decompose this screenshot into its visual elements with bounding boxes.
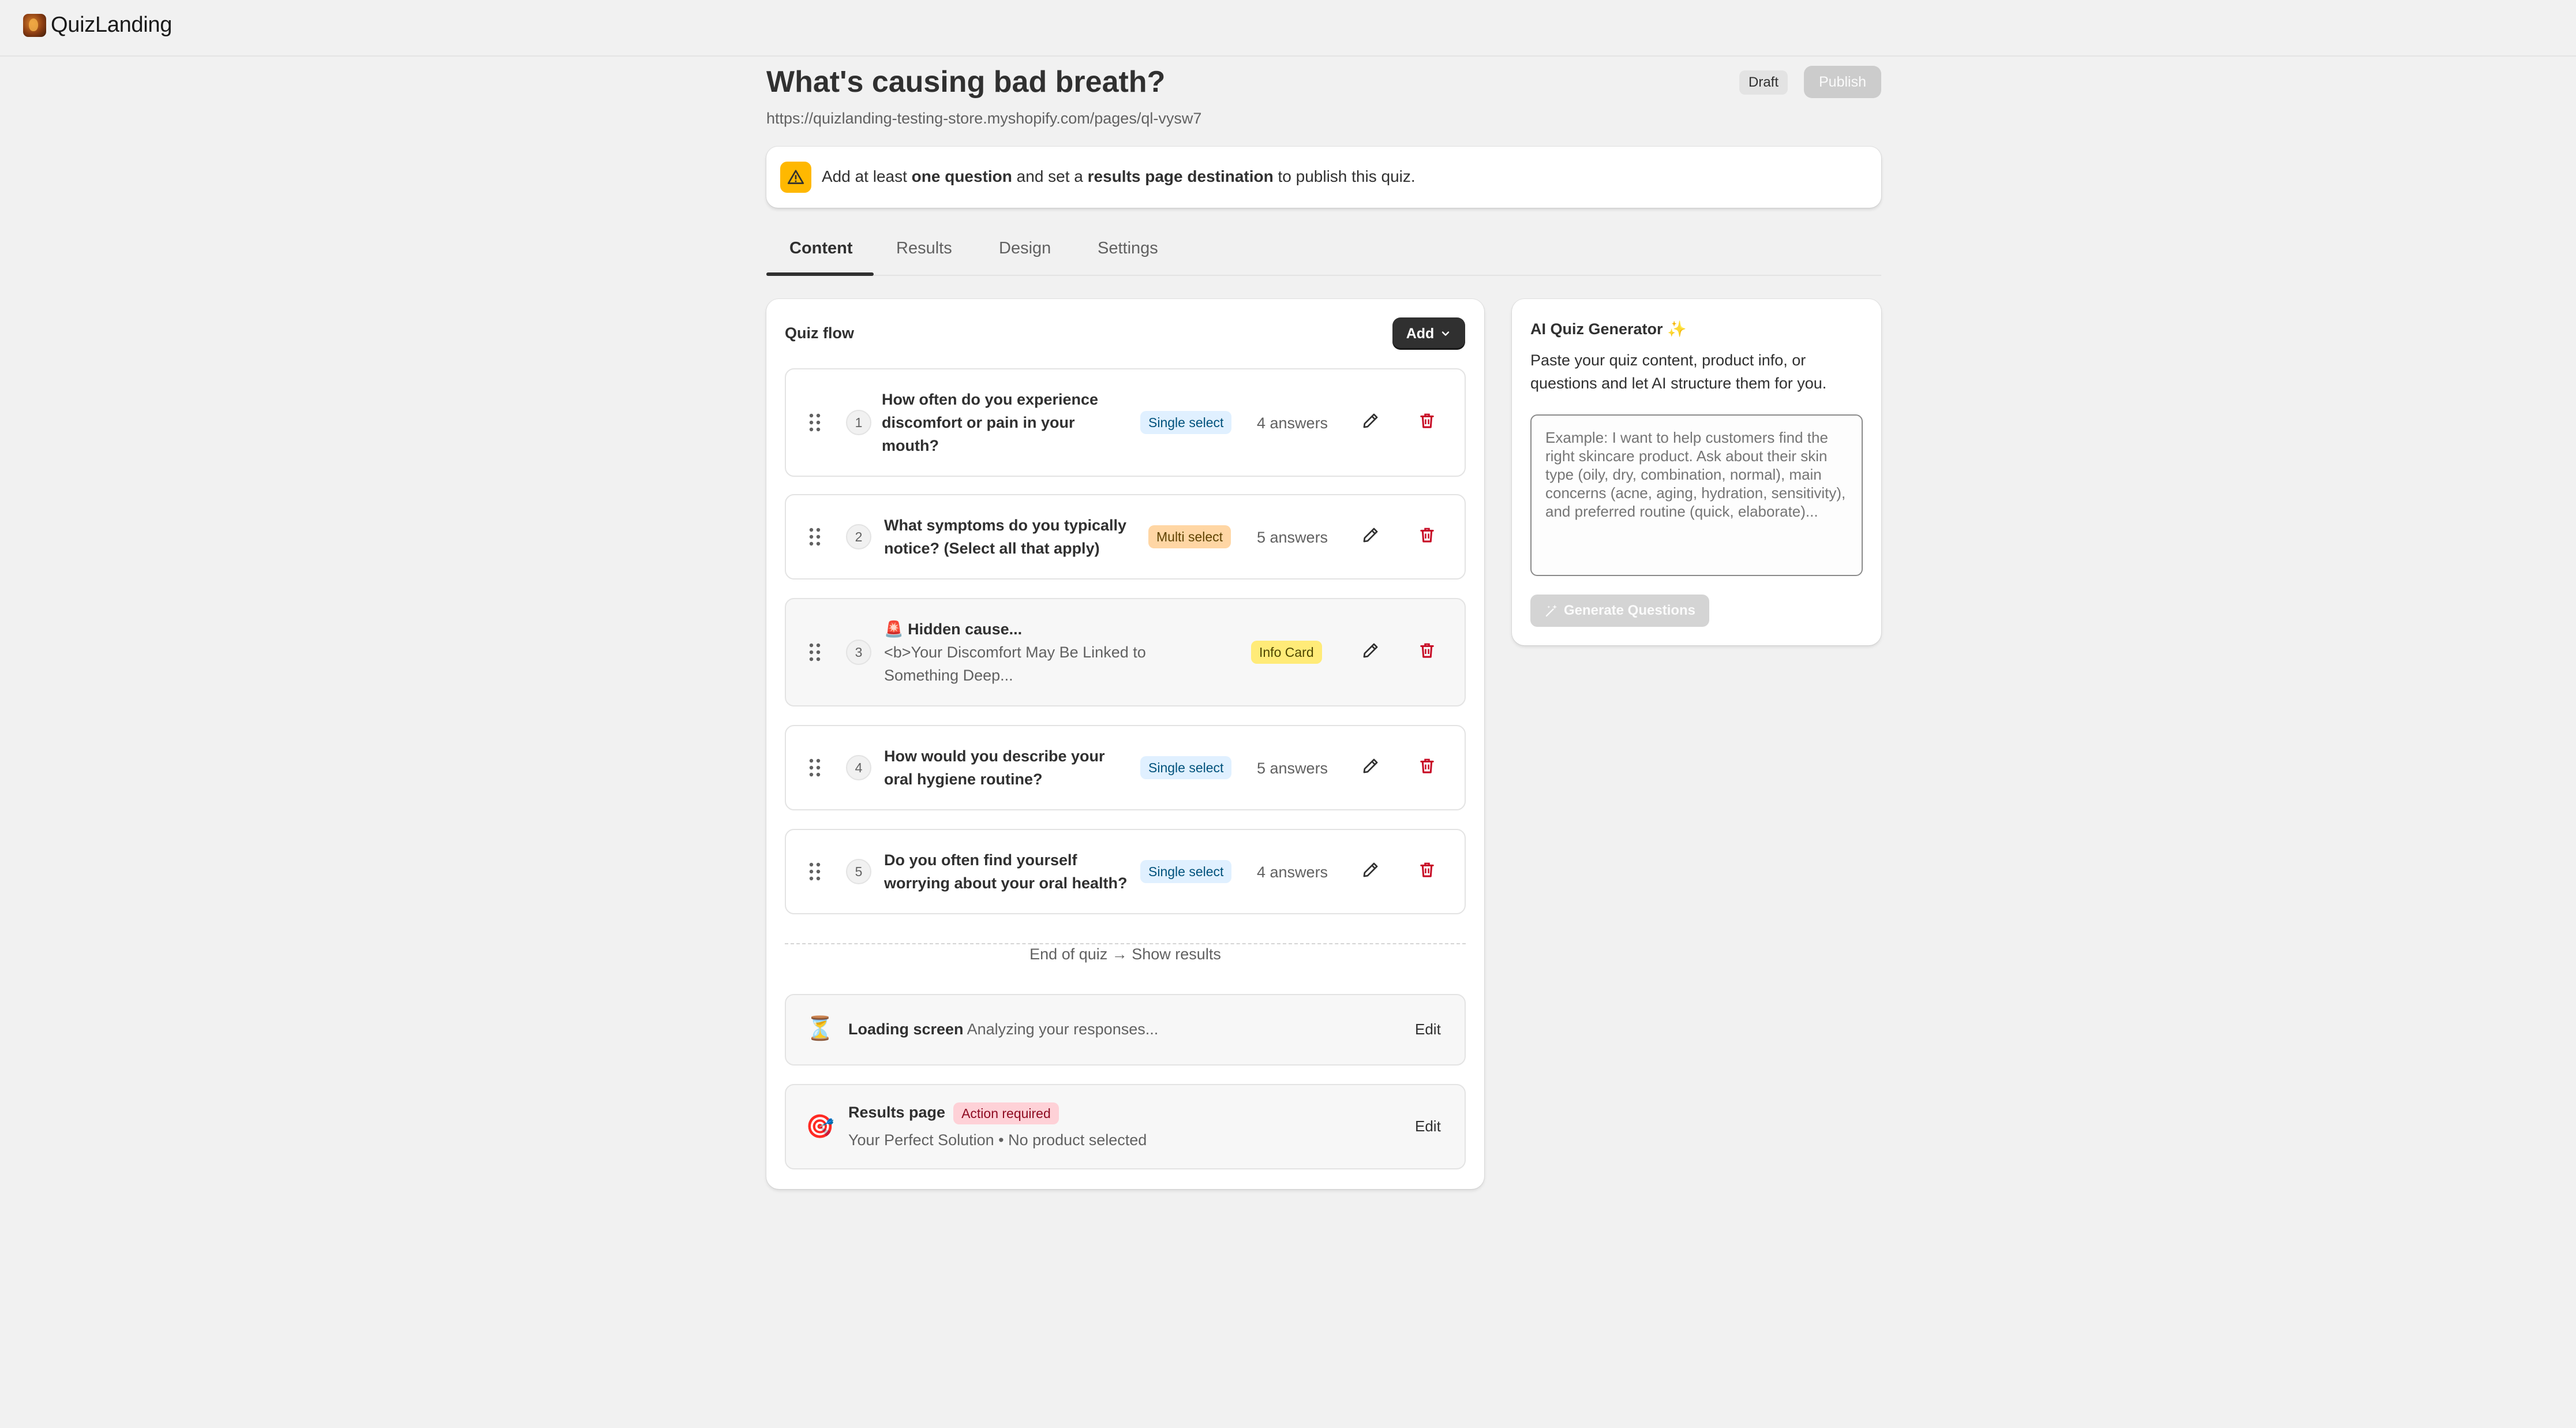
ai-quiz-generator-card: AI Quiz Generator ✨ Paste your quiz cont… (1512, 299, 1881, 645)
publish-button[interactable]: Publish (1804, 66, 1881, 98)
active-tab-indicator (766, 272, 874, 276)
brand[interactable]: QuizLanding (23, 13, 172, 38)
question-row[interactable]: 2 What symptoms do you typically notice?… (785, 494, 1466, 580)
question-text: 🚨 Hidden cause... <b>Your Discomfort May… (884, 618, 1184, 687)
page-url: https://quizlanding-testing-store.myshop… (766, 110, 1202, 127)
tab-content[interactable]: Content (789, 239, 853, 258)
question-text: How often do you experience discomfort o… (882, 391, 1099, 454)
generate-questions-label: Generate Questions (1563, 603, 1696, 618)
question-number: 5 (846, 859, 871, 884)
delete-trash-icon[interactable] (1417, 860, 1437, 880)
ai-generator-title: AI Quiz Generator ✨ (1530, 320, 1687, 338)
question-text: Do you often find yourself worrying abou… (884, 851, 1128, 892)
question-type-badge: Multi select (1148, 525, 1231, 548)
delete-trash-icon[interactable] (1417, 525, 1437, 545)
question-type-badge: Info Card (1251, 641, 1322, 664)
warning-icon (780, 162, 811, 193)
info-card-subtext: <b>Your Discomfort May Be Linked to Some… (884, 644, 1146, 684)
question-row[interactable]: 4 How would you describe your oral hygie… (785, 725, 1466, 810)
drag-handle-icon[interactable] (808, 861, 822, 882)
edit-pencil-icon[interactable] (1361, 525, 1380, 545)
question-text: How would you describe your oral hygiene… (884, 747, 1105, 788)
drag-handle-icon[interactable] (808, 412, 822, 433)
end-of-quiz-divider (785, 943, 1466, 944)
results-page-panel[interactable]: 🎯 Results page Action required Your Perfe… (785, 1084, 1466, 1169)
magic-wand-icon (1545, 604, 1557, 617)
page-title: What's causing bad breath? (766, 65, 1166, 99)
target-icon: 🎯 (806, 1114, 834, 1139)
question-number: 4 (846, 755, 871, 780)
end-of-quiz-label: End of quiz → Show results (1029, 945, 1221, 963)
answer-count: 5 answers (1257, 760, 1328, 777)
loading-screen-panel[interactable]: ⏳ Loading screen Analyzing your response… (785, 994, 1466, 1066)
question-number: 2 (846, 524, 871, 549)
question-row-info-card[interactable]: 3 🚨 Hidden cause... <b>Your Discomfort M… (785, 598, 1466, 706)
add-button-label: Add (1406, 325, 1435, 342)
answer-count: 5 answers (1257, 529, 1328, 546)
publish-warning-banner: Add at least one question and set a resu… (766, 147, 1881, 208)
delete-trash-icon[interactable] (1417, 641, 1437, 660)
question-row[interactable]: 1 How often do you experience discomfort… (785, 368, 1466, 477)
question-number: 1 (846, 410, 871, 435)
banner-message: Add at least one question and set a resu… (822, 167, 1416, 185)
quizlanding-logo-icon (23, 13, 46, 37)
question-type-badge: Single select (1140, 860, 1232, 883)
question-type-badge: Single select (1140, 756, 1232, 779)
question-row[interactable]: 5 Do you often find yourself worrying ab… (785, 829, 1466, 914)
status-badge: Draft (1739, 70, 1788, 95)
delete-trash-icon[interactable] (1417, 411, 1437, 431)
edit-results-button[interactable]: Edit (1415, 1117, 1441, 1135)
hourglass-icon: ⏳ (806, 1016, 834, 1041)
info-card-title: 🚨 Hidden cause... (884, 620, 1023, 638)
drag-handle-icon[interactable] (808, 642, 822, 663)
app-name: QuizLanding (51, 13, 173, 37)
question-text: What symptoms do you typically notice? (… (884, 517, 1127, 557)
edit-loading-button[interactable]: Edit (1415, 1020, 1441, 1038)
question-type-badge: Single select (1140, 411, 1232, 434)
action-required-badge: Action required (953, 1102, 1059, 1124)
quiz-flow-title: Quiz flow (785, 324, 854, 342)
chevron-down-icon (1442, 331, 1450, 336)
generate-questions-button[interactable]: Generate Questions (1530, 595, 1709, 627)
top-bar: QuizLanding (0, 0, 2576, 57)
edit-pencil-icon[interactable] (1361, 756, 1380, 776)
question-number: 3 (846, 640, 871, 665)
answer-count: 4 answers (1257, 414, 1328, 432)
drag-handle-icon[interactable] (808, 526, 822, 547)
results-page-title: Results page Action required (848, 1102, 1059, 1124)
ai-generator-description: Paste your quiz content, product info, o… (1530, 352, 1827, 392)
tab-results[interactable]: Results (896, 239, 952, 258)
tab-settings[interactable]: Settings (1098, 239, 1158, 258)
edit-pencil-icon[interactable] (1361, 411, 1380, 431)
delete-trash-icon[interactable] (1417, 756, 1437, 776)
quiz-flow-card: Quiz flow Add 1 How often do you experie… (766, 299, 1484, 1189)
results-page-subtitle: Your Perfect Solution • No product selec… (848, 1131, 1147, 1149)
drag-handle-icon[interactable] (808, 757, 822, 778)
add-button[interactable]: Add (1392, 317, 1465, 350)
edit-pencil-icon[interactable] (1361, 860, 1380, 880)
tab-bar: Content Results Design Settings (766, 231, 1881, 276)
loading-screen-title: Loading screen Analyzing your responses.… (848, 1020, 1159, 1038)
edit-pencil-icon[interactable] (1361, 641, 1380, 660)
answer-count: 4 answers (1257, 863, 1328, 881)
tab-design[interactable]: Design (999, 239, 1051, 258)
ai-content-input[interactable] (1530, 414, 1863, 576)
